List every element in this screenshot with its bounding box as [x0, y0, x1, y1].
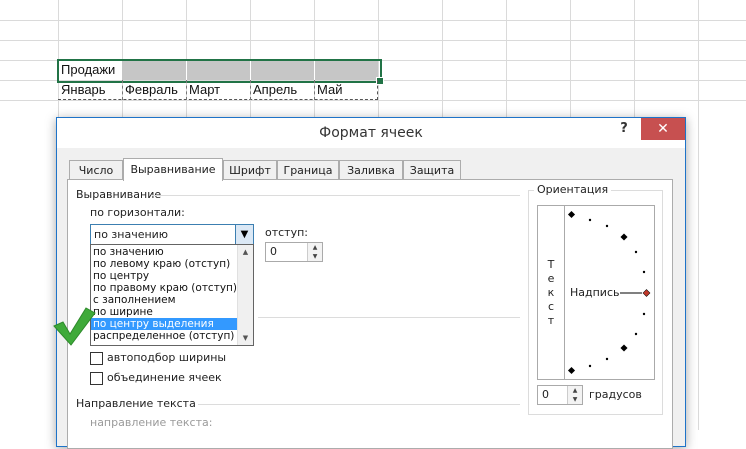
check-mark-icon [53, 307, 96, 346]
